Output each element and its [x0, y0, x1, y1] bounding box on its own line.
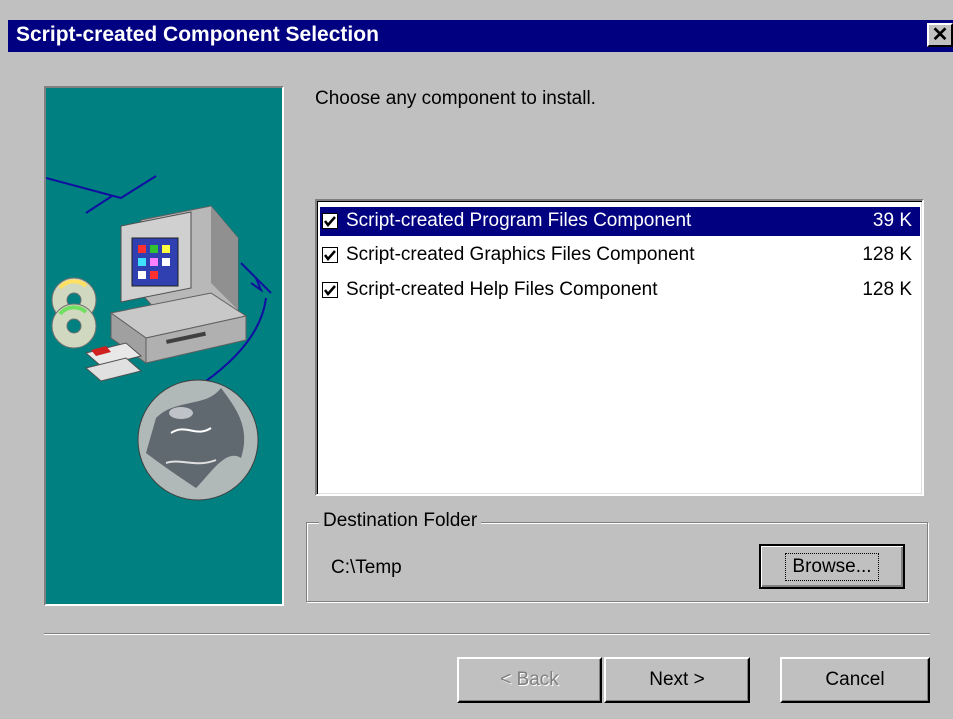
back-button-label: < Back — [500, 669, 559, 690]
setup-illustration — [44, 86, 284, 606]
component-checkbox[interactable] — [322, 282, 338, 298]
cancel-button-label: Cancel — [825, 669, 885, 690]
destination-path: C:\Temp — [331, 557, 402, 578]
window-title: Script-created Component Selection — [16, 23, 379, 46]
title-bar[interactable]: Script-created Component Selection ✕ — [8, 20, 953, 52]
component-label: Script-created Program Files Component — [346, 210, 692, 231]
component-size: 39 K — [872, 210, 912, 231]
next-button[interactable]: Next > — [604, 657, 750, 703]
close-icon: ✕ — [931, 24, 949, 46]
setup-dialog: Script-created Component Selection ✕ Cho… — [0, 0, 953, 719]
component-label: Script-created Help Files Component — [346, 279, 658, 300]
component-size: 128 K — [862, 244, 912, 265]
component-list[interactable]: Script-created Program Files Component 3… — [315, 199, 924, 496]
close-button[interactable]: ✕ — [927, 23, 953, 47]
next-button-label: Next > — [649, 669, 705, 690]
component-size: 128 K — [862, 279, 912, 300]
component-item[interactable]: Script-created Graphics Files Component … — [320, 241, 920, 270]
component-label: Script-created Graphics Files Component — [346, 244, 695, 265]
browse-button-label: Browse... — [785, 552, 879, 581]
computer-globe-illustration — [46, 175, 272, 501]
back-button[interactable]: < Back — [457, 657, 602, 703]
component-item[interactable]: Script-created Program Files Component 3… — [320, 207, 920, 236]
browse-button[interactable]: Browse... — [759, 544, 905, 589]
cancel-button[interactable]: Cancel — [780, 657, 930, 703]
component-checkbox[interactable] — [322, 247, 338, 263]
destination-folder-group: Destination Folder C:\Temp Browse... — [306, 510, 928, 602]
component-checkbox[interactable] — [322, 213, 338, 229]
separator — [44, 633, 930, 635]
checkmark-icon — [324, 216, 336, 227]
destination-folder-legend: Destination Folder — [319, 510, 482, 532]
checkmark-icon — [324, 250, 336, 261]
component-item[interactable]: Script-created Help Files Component 128 … — [320, 276, 920, 305]
instruction-text: Choose any component to install. — [315, 88, 596, 109]
checkmark-icon — [324, 285, 336, 296]
